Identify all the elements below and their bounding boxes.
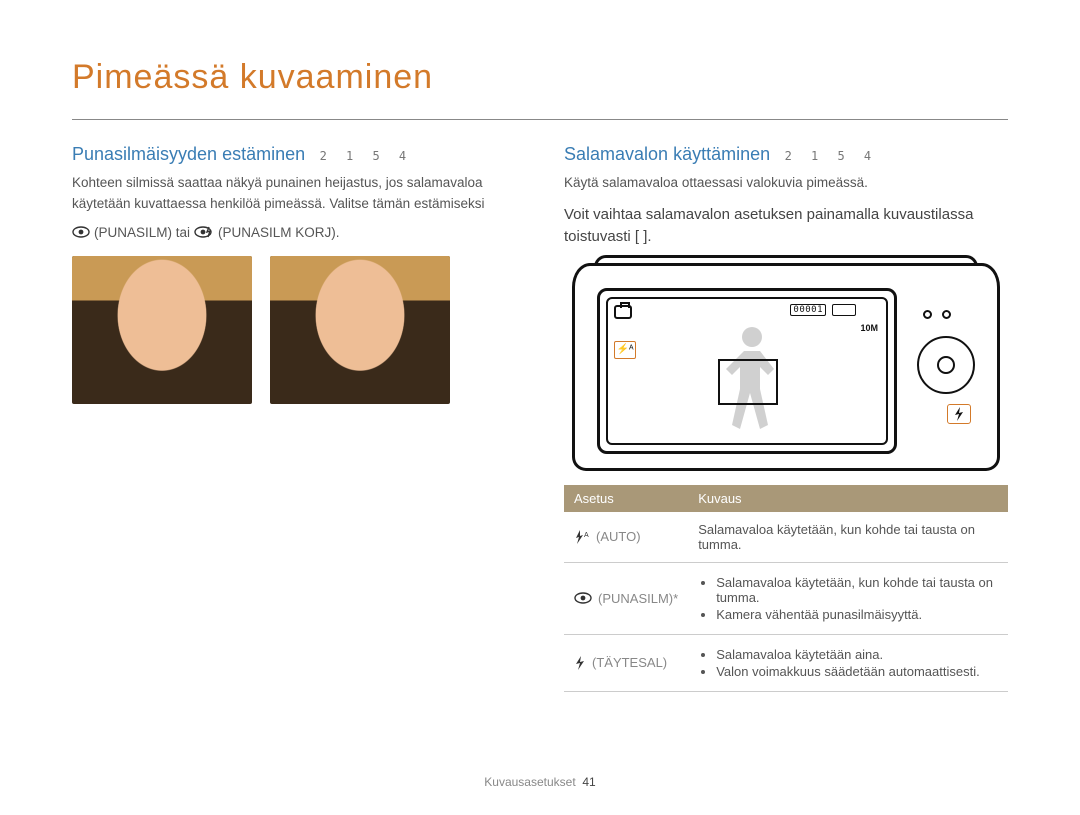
dpad-wheel-icon: [917, 336, 975, 394]
right-subheading: Salamavalon käyttäminen: [564, 144, 770, 164]
portrait-corrected: [270, 256, 450, 404]
opt-redeye-list: Salamavaloa käytetään, kun kohde tai tau…: [698, 575, 998, 622]
list-item: Valon voimakkuus säädetään automaattises…: [716, 664, 998, 679]
left-subheading: Punasilmäisyyden estäminen: [72, 144, 305, 164]
flash-button-highlight: [947, 404, 971, 424]
footer-section: Kuvausasetukset: [484, 775, 575, 789]
eye-icon: [574, 592, 592, 604]
left-heading-row: Punasilmäisyyden estäminen 2 1 5 4: [72, 144, 516, 165]
left-paragraph: Kohteen silmissä saattaa näkyä punainen …: [72, 173, 516, 215]
camera-mode-icon: [614, 305, 632, 319]
right-line1: Käytä salamavaloa ottaessasi valokuvia p…: [564, 173, 1008, 194]
focus-frame-icon: [718, 359, 778, 405]
camera-side-controls: [909, 302, 983, 452]
camera-lcd-inner: 00001 10M ⚡ᴬ: [606, 297, 888, 445]
resolution-label: 10M: [860, 323, 878, 333]
page-title: Pimeässä kuvaaminen: [72, 58, 1008, 97]
page-footer: Kuvausasetukset 41: [0, 775, 1080, 789]
flash-auto-icon: A: [574, 530, 590, 544]
portrait-redeye: [72, 256, 252, 404]
svg-text:A: A: [584, 532, 589, 539]
camera-body: 00001 10M ⚡ᴬ: [572, 263, 1000, 471]
opt-fill-list: Salamavaloa käytetään aina. Valon voimak…: [698, 647, 998, 679]
opt-redeye-label: (PUNASILM)*: [598, 591, 678, 606]
shot-counter: 00001: [790, 304, 826, 316]
left-column: Punasilmäisyyden estäminen 2 1 5 4 Kohte…: [72, 144, 516, 692]
manual-page: Pimeässä kuvaaminen Punasilmäisyyden est…: [0, 0, 1080, 815]
left-options-line: (PUNASILM) tai (PUNASILM KORJ).: [72, 225, 516, 240]
left-option1-label: (PUNASILM) tai: [94, 225, 190, 240]
table-header-desc: Kuvaus: [688, 485, 1008, 512]
right-line2: Voit vaihtaa salamavalon asetuksen paina…: [564, 204, 1008, 249]
eye-icon: [72, 226, 90, 238]
flash-indicator-icon: ⚡ᴬ: [614, 341, 636, 359]
opt-auto-desc: Salamavaloa käytetään, kun kohde tai tau…: [688, 512, 1008, 563]
left-option2-label: (PUNASILM KORJ).: [218, 225, 340, 240]
footer-page-number: 41: [582, 775, 595, 789]
camera-lcd: 00001 10M ⚡ᴬ: [597, 288, 897, 454]
table-header-setting: Asetus: [564, 485, 688, 512]
camera-illustration: 00001 10M ⚡ᴬ: [572, 263, 1000, 471]
list-item: Salamavaloa käytetään aina.: [716, 647, 998, 662]
list-item: Kamera vähentää punasilmäisyyttä.: [716, 607, 998, 622]
table-row: (PUNASILM)* Salamavaloa käytetään, kun k…: [564, 562, 1008, 634]
right-mode-icons: 2 1 5 4: [785, 149, 878, 163]
flash-settings-table: Asetus Kuvaus A (AUTO): [564, 485, 1008, 692]
opt-auto-label: (AUTO): [596, 529, 641, 544]
list-item: Salamavaloa käytetään, kun kohde tai tau…: [716, 575, 998, 605]
two-column-layout: Punasilmäisyyden estäminen 2 1 5 4 Kohte…: [72, 144, 1008, 692]
memory-chip-icon: [832, 304, 856, 316]
eye-flash-icon: [194, 225, 214, 239]
opt-fill-label: (TÄYTESAL): [592, 655, 667, 670]
indicator-leds: [923, 310, 951, 319]
flash-icon: [574, 656, 586, 670]
table-row: A (AUTO) Salamavaloa käytetään, kun kohd…: [564, 512, 1008, 563]
right-heading-row: Salamavalon käyttäminen 2 1 5 4: [564, 144, 1008, 165]
title-divider: [72, 119, 1008, 120]
right-column: Salamavalon käyttäminen 2 1 5 4 Käytä sa…: [564, 144, 1008, 692]
table-row: (TÄYTESAL) Salamavaloa käytetään aina. V…: [564, 634, 1008, 691]
left-mode-icons: 2 1 5 4: [320, 149, 413, 163]
example-photos: [72, 256, 516, 404]
